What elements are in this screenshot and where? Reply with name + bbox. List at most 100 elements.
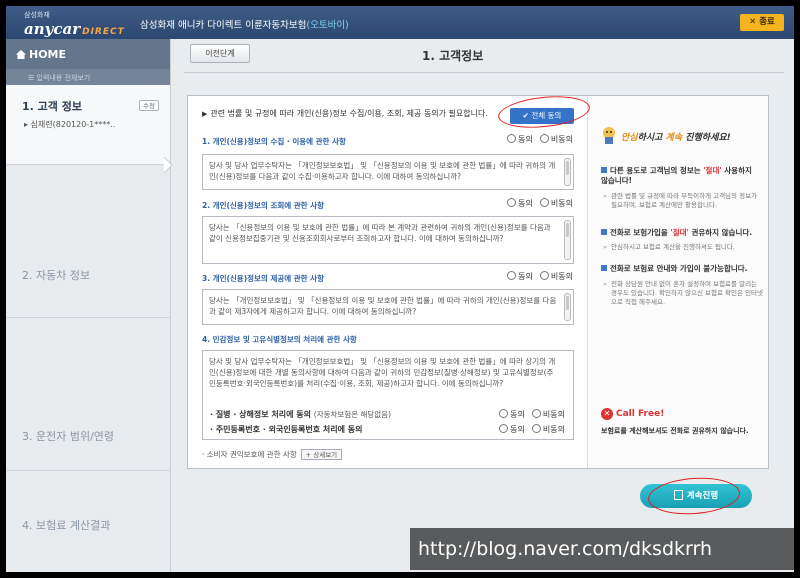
radio-circle-icon — [531, 409, 541, 418]
scrollbar[interactable] — [564, 293, 571, 321]
section-title: 1. 개인(신용)정보의 수집 · 이용에 관한 사항 — [202, 137, 346, 146]
consent-radio-group: 동의 비동의 — [499, 409, 565, 420]
consent-text: 당사 및 당사 업무수탁자는 「개인정보보호법」 및 「신용정보의 이용 및 보… — [209, 161, 556, 181]
scrollbar[interactable] — [564, 220, 571, 260]
section-title: 2. 개인(신용)정보의 조회에 관한 사항 — [202, 201, 324, 210]
disagree-radio[interactable]: 비동의 — [539, 134, 573, 144]
consent-radio-group: 동의 비동의 — [499, 424, 565, 435]
home-icon — [16, 50, 26, 59]
sidebar-step-vehicle[interactable]: 2. 자동차 정보 — [6, 165, 170, 318]
step-label: 1. 고객 정보 — [22, 100, 82, 113]
consent-radio-group: 동의 비동의 — [507, 134, 573, 145]
consent-textbox[interactable]: 당사는 「신용정보의 이용 및 보호에 관한 법률」에 따라 본 계약과 관련하… — [202, 216, 574, 264]
agree-radio[interactable]: 동의 — [507, 271, 533, 281]
agree-radio[interactable]: 동의 — [499, 424, 525, 434]
product-title: 삼성화재 애니카 다이렉트 이륜자동차보험(오토바이) — [140, 17, 349, 31]
annotation-circle — [646, 474, 742, 518]
step-label: 2. 자동차 정보 — [22, 269, 91, 282]
section-title: 4. 민감정보 및 고유식별정보의 처리에 관한 사항 — [202, 335, 357, 344]
step-label: 4. 보험료 계산결과 — [22, 519, 111, 532]
brand-sub: DIRECT — [82, 27, 125, 37]
intro-text: 관련 법률 및 규정에 따라 개인(신용)정보 수집/이용, 조회, 제공 동의… — [210, 109, 488, 118]
agree-radio[interactable]: 동의 — [507, 198, 533, 208]
sidebar-step-driver[interactable]: 3. 운전자 범위/연령 — [6, 318, 170, 471]
radio-circle-icon — [507, 134, 517, 143]
review-all-link[interactable]: ☰ 입력내용 전체보기 — [6, 69, 170, 85]
brand-logo[interactable]: 삼성화재 anycar DIRECT — [24, 10, 125, 38]
agree-radio[interactable]: 동의 — [507, 134, 533, 144]
section-title: 3. 개인(신용)정보의 제공에 관한 사항 — [202, 274, 324, 283]
step-label: 3. 운전자 범위/연령 — [22, 430, 115, 443]
page-title: 1. 고객정보 — [422, 49, 484, 63]
home-link[interactable]: HOME — [6, 39, 170, 69]
prev-step-button[interactable]: 이전단계 — [190, 44, 250, 63]
brand-main: anycar — [24, 20, 81, 38]
tips-heading-text: 안심하시고 계속 진행하세요! — [621, 133, 731, 143]
customer-summary: ▸ 심재련(820120-1****.. — [24, 120, 116, 129]
home-label: HOME — [29, 48, 67, 61]
call-free-note: 보험료를 계산해보셔도 전화로 권유하지 않습니다. — [601, 427, 749, 435]
call-free: ✕ Call Free! — [601, 408, 664, 420]
consent-intro: ▶ 관련 법률 및 규정에 따라 개인(신용)정보 수집/이용, 조회, 제공 동… — [202, 108, 488, 119]
agree-radio[interactable]: 동의 — [499, 409, 525, 419]
tip-heading: 다른 용도로 고객님의 정보는 '절대' 사용하지 않습니다! — [601, 166, 752, 185]
blog-watermark: http://blog.naver.com/dksdkrrh — [410, 528, 796, 570]
sidebar-step-customer[interactable]: 1. 고객 정보 수정 ▸ 심재련(820120-1****.. — [6, 85, 170, 165]
mascot-icon — [603, 127, 615, 144]
radio-circle-icon — [539, 271, 549, 280]
exit-button[interactable]: ✕ 종료 — [740, 14, 784, 31]
radio-circle-icon — [531, 424, 541, 433]
consumer-rights-label: · 소비자 권익보호에 관한 사항 — [202, 450, 297, 459]
disagree-label: 비동의 — [542, 425, 565, 434]
consent-radio-group: 동의 비동의 — [507, 198, 573, 209]
radio-circle-icon — [507, 271, 517, 280]
radio-circle-icon — [539, 134, 549, 143]
detail-button[interactable]: + 상세보기 — [300, 449, 343, 460]
radio-circle-icon — [499, 424, 509, 433]
sidebar-step-premium[interactable]: 4. 보험료 계산결과 — [6, 471, 170, 572]
disagree-label: 비동의 — [550, 135, 573, 144]
edit-button[interactable]: 수정 — [139, 100, 159, 111]
disagree-radio[interactable]: 비동의 — [531, 409, 565, 419]
sub-item-note: (자동차보험은 해당없음) — [313, 410, 392, 419]
radio-circle-icon — [507, 198, 517, 207]
agree-label: 동의 — [518, 135, 533, 144]
agree-label: 동의 — [510, 410, 525, 419]
tip-body: 안심하시고 보험료 계산을 진행하셔도 됩니다. — [603, 243, 763, 252]
scrollbar[interactable] — [564, 158, 571, 186]
app-window: 삼성화재 anycar DIRECT 삼성화재 애니카 다이렉트 이륜자동차보험(… — [6, 6, 794, 572]
disagree-radio[interactable]: 비동의 — [539, 271, 573, 281]
sub-item-label: · 주민등록번호 · 외국인등록번호 처리에 동의 — [210, 425, 363, 434]
consent-text: 당사는 「개인정보보호법」 및 「신용정보의 이용 및 보호에 관한 법률」에 … — [209, 296, 557, 316]
consent-textbox[interactable]: 당사 및 당사 업무수탁자는 「개인정보보호법」 및 「신용정보의 이용 및 보… — [202, 154, 574, 190]
consent-text: 당사 및 당사 업무수탁자는 「개인정보보호법」 및 「신용정보의 이용 및 보… — [209, 357, 556, 388]
disagree-label: 비동의 — [550, 199, 573, 208]
tip-heading: 전화로 보험료 안내와 가입이 불가능합니다. — [601, 264, 761, 274]
consent-radio-group: 동의 비동의 — [507, 271, 573, 282]
consumer-rights: · 소비자 권익보호에 관한 사항 + 상세보기 — [202, 449, 343, 460]
bullet-icon — [601, 265, 607, 271]
no-call-icon: ✕ — [601, 408, 613, 420]
triangle-icon: ▶ — [202, 110, 208, 118]
agree-label: 동의 — [518, 199, 533, 208]
bullet-icon — [601, 229, 607, 235]
sub-item-label: · 질병 · 상해정보 처리에 동의 — [210, 410, 311, 419]
tips-panel: 안심하시고 계속 진행하세요! 다른 용도로 고객님의 정보는 '절대' 사용하… — [589, 96, 768, 468]
agree-label: 동의 — [518, 272, 533, 281]
title-divider — [184, 72, 784, 73]
tips-heading: 안심하시고 계속 진행하세요! — [599, 126, 759, 144]
consent-textbox[interactable]: 당사는 「개인정보보호법」 및 「신용정보의 이용 및 보호에 관한 법률」에 … — [202, 289, 574, 325]
consent-text: 당사는 「신용정보의 이용 및 보호에 관한 법률」에 따라 본 계약과 관련하… — [209, 223, 551, 243]
disagree-radio[interactable]: 비동의 — [531, 424, 565, 434]
product-title-text: 삼성화재 애니카 다이렉트 이륜자동차보험 — [140, 20, 307, 31]
sensitive-info-row: · 질병 · 상해정보 처리에 동의 (자동차보험은 해당없음) — [210, 409, 391, 420]
brand-small: 삼성화재 — [24, 11, 50, 19]
id-number-row: · 주민등록번호 · 외국인등록번호 처리에 동의 — [210, 424, 362, 435]
tip-body: 전화 상담원 안내 없이 혼자 설정하여 보험료를 알리는 경우도 있습니다. … — [603, 280, 763, 307]
consent-form: ▶ 관련 법률 및 규정에 따라 개인(신용)정보 수집/이용, 조회, 제공 동… — [188, 96, 588, 468]
agree-label: 동의 — [510, 425, 525, 434]
product-title-accent: (오토바이) — [306, 20, 349, 31]
radio-circle-icon — [539, 198, 549, 207]
disagree-radio[interactable]: 비동의 — [539, 198, 573, 208]
bullet-icon — [601, 167, 607, 173]
